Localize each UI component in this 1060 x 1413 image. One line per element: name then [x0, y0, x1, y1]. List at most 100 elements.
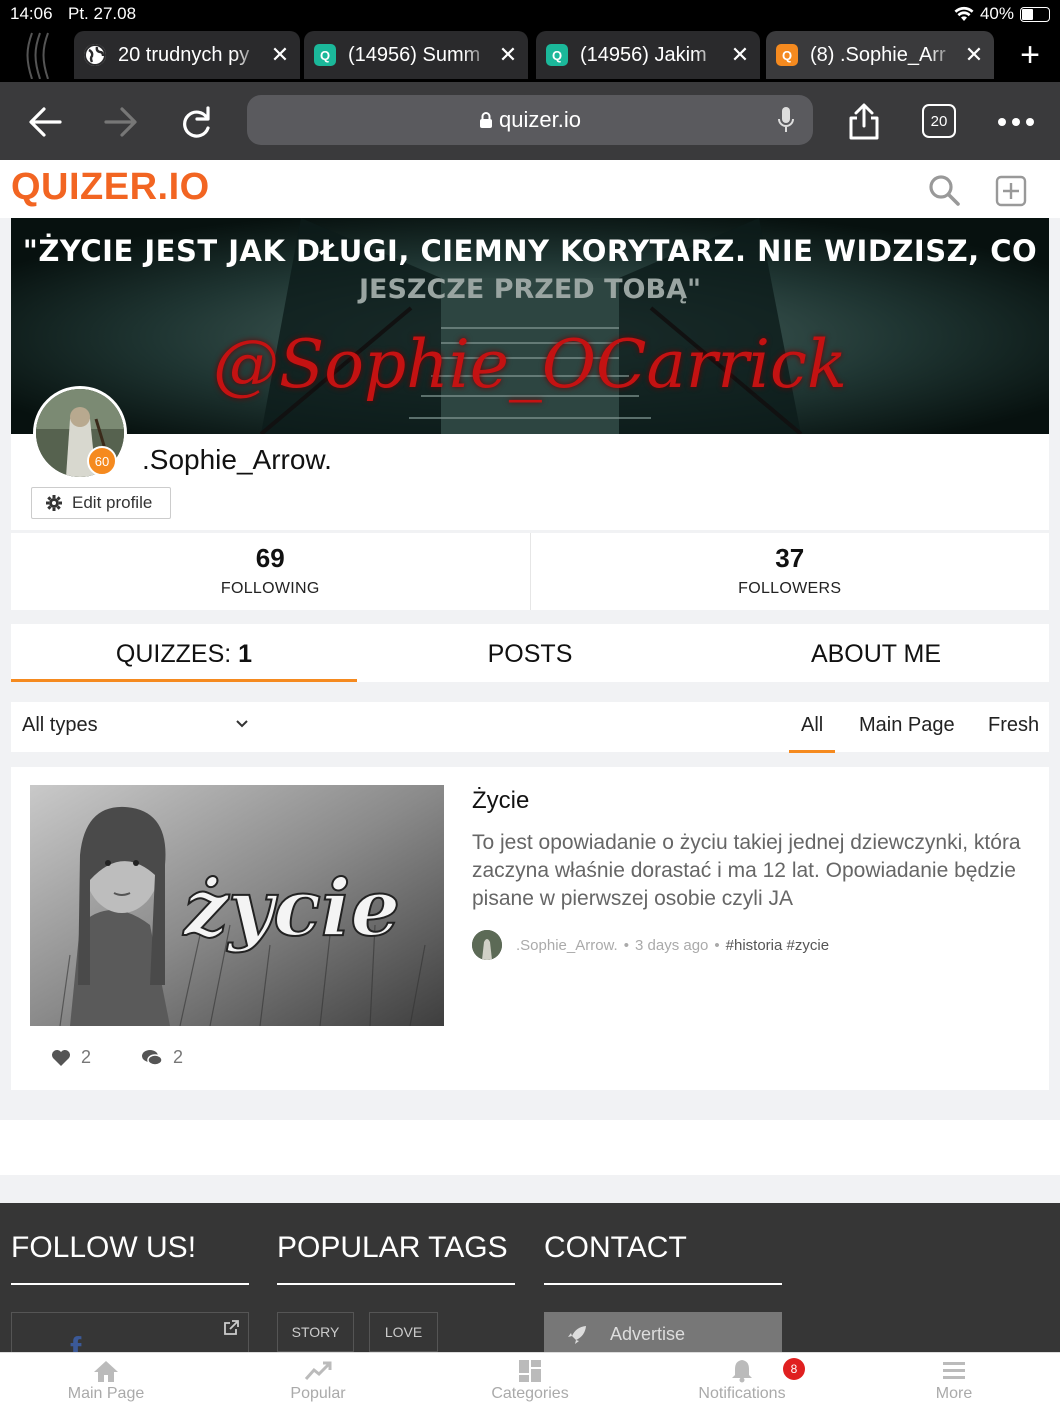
quiz-description: To jest opowiadanie o życiu takiej jedne… — [472, 831, 1021, 910]
forward-arrow-icon[interactable] — [98, 100, 142, 144]
nav-popular[interactable]: Popular — [212, 1353, 424, 1413]
tab-title: (8) .Sophie_Arr — [810, 43, 946, 66]
nav-popular-label: Popular — [290, 1385, 346, 1402]
quiz-meta: .Sophie_Arrow. • 3 days ago • #historia … — [472, 930, 829, 960]
meta-dot: • — [623, 936, 629, 954]
site-header: QUIZER.IO — [0, 160, 1060, 218]
quiz-card[interactable]: życie Życie To jest opowiadanie o życiu … — [11, 767, 1049, 1090]
advertise-label: Advertise — [610, 1324, 686, 1344]
nav-more-label: More — [935, 1385, 973, 1402]
likes-count: 2 — [81, 1047, 92, 1067]
banner-quote-line1: "ŻYCIE JEST JAK DŁUGI, CIEMNY KORYTARZ. … — [22, 234, 1038, 268]
edit-profile-button[interactable]: Edit profile — [31, 487, 171, 519]
quiz-title[interactable]: Życie — [472, 787, 529, 815]
comments[interactable]: 2 — [141, 1047, 183, 1068]
heart-icon — [52, 1049, 70, 1066]
profile-banner: "ŻYCIE JEST JAK DŁUGI, CIEMNY KORYTARZ. … — [11, 218, 1049, 434]
tab-title: (14956) Summ — [348, 43, 481, 66]
profile-username: .Sophie_Arrow. — [142, 444, 332, 475]
nav-notifications-label: Notifications — [698, 1385, 786, 1402]
close-icon[interactable]: ✕ — [730, 42, 750, 68]
close-icon[interactable]: ✕ — [270, 42, 290, 68]
close-icon[interactable]: ✕ — [964, 42, 984, 68]
back-arrow-icon[interactable] — [24, 100, 68, 144]
globe-icon — [84, 44, 106, 66]
filter-all[interactable]: All — [788, 714, 836, 753]
url-text: quizer.io — [499, 107, 581, 132]
more-dots-icon[interactable] — [994, 100, 1038, 144]
quizer-favicon-icon: Q — [546, 44, 568, 66]
browser-tab-2[interactable]: Q (14956) Summ ✕ — [304, 31, 528, 79]
advertise-button[interactable]: Advertise — [544, 1312, 782, 1357]
site-logo[interactable]: QUIZER.IO — [11, 166, 210, 209]
rocket-icon — [568, 1325, 586, 1344]
tab-quizzes-label: QUIZZES: — [115, 640, 232, 668]
following-stat[interactable]: 69 FOLLOWING — [11, 533, 530, 610]
browser-tab-3[interactable]: Q (14956) Jakim ✕ — [536, 31, 760, 79]
meta-dot: • — [714, 936, 720, 954]
likes[interactable]: 2 — [51, 1047, 91, 1068]
filter-main-page[interactable]: Main Page — [859, 714, 955, 737]
banner-quote-line2: JESZCZE PRZED TOBĄ" — [358, 274, 702, 305]
battery-icon — [1020, 6, 1050, 22]
external-link-icon — [224, 1320, 239, 1335]
quiz-tags[interactable]: #historia #zycie — [726, 937, 829, 954]
notification-count-badge: 8 — [783, 1358, 805, 1380]
browser-tab-1[interactable]: 20 trudnych py ✕ — [74, 31, 300, 79]
quiz-thumbnail[interactable]: życie — [30, 785, 444, 1026]
nav-main-page[interactable]: Main Page — [0, 1353, 212, 1413]
footer-tag-love[interactable]: LOVE — [369, 1312, 438, 1352]
tab-posts[interactable]: POSTS — [357, 624, 703, 682]
footer-contact-heading: CONTACT — [544, 1231, 782, 1285]
tab-quizzes[interactable]: QUIZZES: 1 — [11, 624, 357, 682]
lock-icon — [480, 112, 493, 128]
tab-count-button[interactable]: 20 — [922, 104, 956, 138]
author-name[interactable]: .Sophie_Arrow. — [516, 937, 618, 954]
reload-icon[interactable] — [174, 100, 218, 144]
nav-categories-label: Categories — [491, 1385, 569, 1402]
home-icon — [94, 1361, 118, 1382]
quiz-time: 3 days ago — [635, 936, 709, 954]
nav-main-label: Main Page — [67, 1385, 145, 1402]
menu-icon — [943, 1362, 965, 1379]
quizer-favicon-icon: Q — [776, 44, 798, 66]
type-select[interactable]: All types — [22, 714, 98, 737]
author-avatar[interactable] — [472, 930, 502, 960]
gear-icon — [46, 495, 62, 511]
level-badge: 60 — [87, 446, 117, 476]
thumbnail-title-text: życie — [182, 863, 400, 954]
edit-profile-label: Edit profile — [72, 493, 153, 512]
following-label: FOLLOWING — [220, 580, 320, 597]
share-icon[interactable] — [842, 100, 886, 144]
nav-notifications[interactable]: Notifications — [636, 1353, 848, 1413]
dashboard-icon — [519, 1360, 541, 1382]
followers-count: 37 — [775, 543, 805, 573]
status-right: 40% — [954, 4, 1050, 24]
facebook-box[interactable]: f — [11, 1312, 249, 1369]
battery-percent: 40% — [979, 4, 1014, 23]
wifi-icon — [954, 6, 974, 21]
tab-quizzes-count: 1 — [238, 640, 253, 668]
add-quiz-icon[interactable] — [995, 175, 1027, 212]
address-bar[interactable]: quizer.io — [247, 95, 813, 145]
footer-tag-story[interactable]: STORY — [277, 1312, 354, 1352]
followers-label: FOLLOWERS — [738, 580, 842, 597]
stacked-tabs-indicator[interactable] — [18, 31, 58, 80]
close-icon[interactable]: ✕ — [498, 42, 518, 68]
browser-tab-4[interactable]: Q (8) .Sophie_Arr ✕ — [766, 31, 994, 79]
browser-toolbar: quizer.io 20 — [0, 82, 1060, 160]
microphone-icon[interactable] — [777, 106, 795, 134]
filter-fresh[interactable]: Fresh — [988, 714, 1039, 737]
status-time: 14:06 — [10, 4, 53, 23]
chevron-down-icon[interactable] — [235, 716, 249, 735]
status-date: Pt. 27.08 — [68, 4, 137, 23]
footer-popular-tags-heading: POPULAR TAGS — [277, 1231, 515, 1285]
search-icon[interactable] — [928, 174, 960, 211]
trending-icon — [304, 1361, 332, 1380]
nav-more[interactable]: More — [848, 1353, 1060, 1413]
nav-categories[interactable]: Categories — [424, 1353, 636, 1413]
followers-stat[interactable]: 37 FOLLOWERS — [529, 533, 1050, 610]
profile-section-tabs: QUIZZES: 1 POSTS ABOUT ME — [11, 624, 1049, 682]
new-tab-plus-icon[interactable]: + — [1010, 38, 1050, 72]
tab-about-me[interactable]: ABOUT ME — [703, 624, 1049, 682]
